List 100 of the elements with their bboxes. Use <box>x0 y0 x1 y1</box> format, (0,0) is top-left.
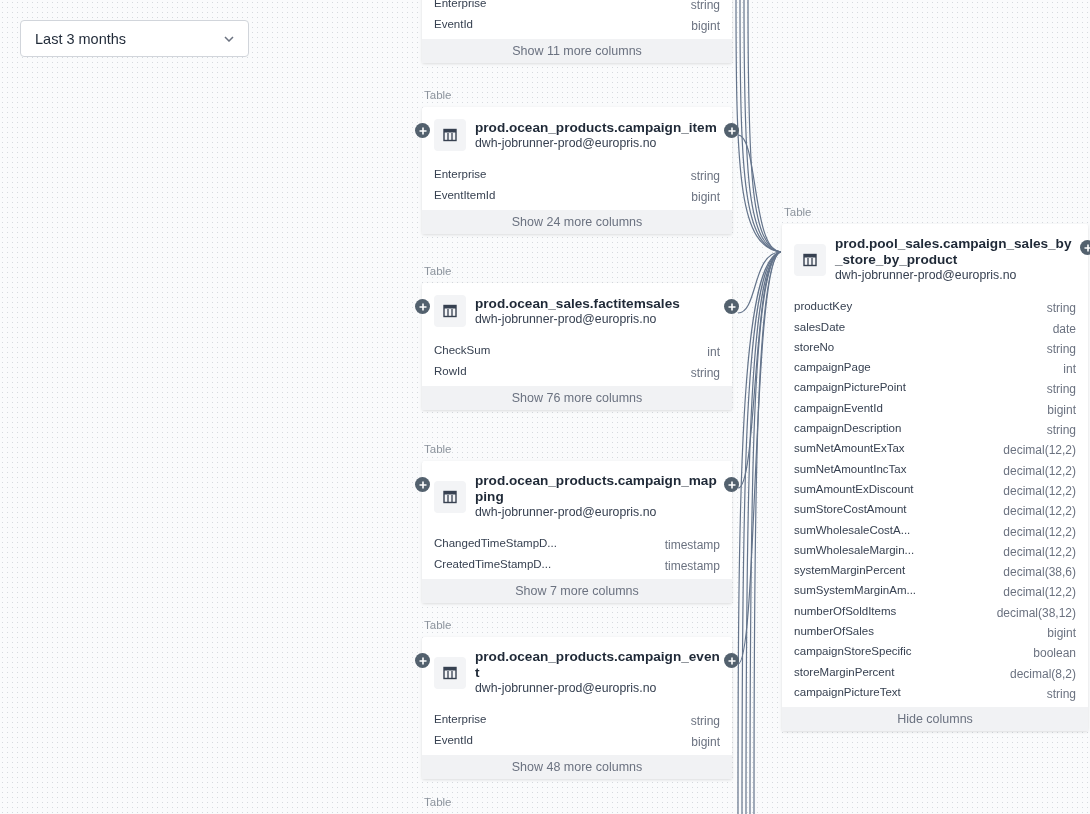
column-type: decimal(12,2) <box>1003 483 1076 498</box>
column-toggle-button[interactable]: Show 11 more columns <box>422 38 732 63</box>
table-name[interactable]: prod.pool_sales.campaign_sales_by_store_by_product <box>835 236 1078 268</box>
plus-icon <box>418 126 427 135</box>
column-type: string <box>690 169 720 184</box>
column-type: timestamp <box>664 538 720 553</box>
column-name: sumAmountExDiscount <box>794 482 914 497</box>
column-type: decimal(12,2) <box>1003 544 1076 559</box>
expand-upstream-button[interactable] <box>415 299 430 314</box>
column-name: Enterprise <box>434 168 487 183</box>
column-type: int <box>707 345 720 360</box>
expand-downstream-button[interactable] <box>724 477 739 492</box>
column-type: string <box>1046 686 1076 701</box>
column-type: string <box>1046 341 1076 356</box>
column-name: sumStoreCostAmount <box>794 503 907 518</box>
table-name[interactable]: prod.ocean_products.campaign_mapping <box>475 473 722 505</box>
expand-upstream-button[interactable] <box>415 477 430 492</box>
plus-icon <box>418 480 427 489</box>
expand-downstream-button[interactable] <box>724 123 739 138</box>
column-type: decimal(38,6) <box>1003 565 1076 580</box>
plus-icon <box>727 126 736 135</box>
column-name: campaignDescription <box>794 422 902 437</box>
column-name: ChangedTimeStampD... <box>434 537 557 552</box>
chevron-down-icon <box>224 35 234 42</box>
column-toggle-button[interactable]: Show 76 more columns <box>422 385 732 410</box>
column-name: campaignPictureText <box>794 685 901 700</box>
table-owner: dwh-jobrunner-prod@europris.no <box>475 311 658 327</box>
column-type: string <box>690 714 720 729</box>
expand-upstream-button[interactable] <box>415 653 430 668</box>
column-type: string <box>1046 301 1076 316</box>
column-name: Enterprise <box>434 713 487 728</box>
expand-downstream-button[interactable] <box>724 299 739 314</box>
column-name: CreatedTimeStampD... <box>434 557 552 572</box>
column-name: campaignPicturePoint <box>794 381 906 396</box>
column-name: campaignStoreSpecific <box>794 645 912 660</box>
column-type: bigint <box>691 189 720 204</box>
column-type: bigint <box>1047 402 1076 417</box>
column-type: decimal(8,2) <box>1009 666 1076 681</box>
column-toggle-button[interactable]: Show 24 more columns <box>422 209 732 234</box>
table-icon <box>434 656 466 689</box>
column-type: bigint <box>691 18 720 33</box>
expand-upstream-button[interactable] <box>415 123 430 138</box>
column-name: salesDate <box>794 320 846 335</box>
column-type: decimal(12,2) <box>1003 443 1076 458</box>
column-type: string <box>1046 382 1076 397</box>
column-toggle-button[interactable]: Show 7 more columns <box>422 578 732 603</box>
column-type: boolean <box>1033 646 1076 661</box>
node-type-label: Table <box>423 442 453 457</box>
column-name: sumNetAmountIncTax <box>794 462 907 477</box>
column-name: storeNo <box>794 340 835 355</box>
column-type: bigint <box>1047 626 1076 641</box>
column-type: string <box>690 365 720 380</box>
column-toggle-button[interactable]: Show 48 more columns <box>422 754 732 779</box>
column-name: numberOfSales <box>794 625 874 640</box>
plus-icon <box>727 480 736 489</box>
column-name: storeMarginPercent <box>794 665 895 680</box>
column-type: decimal(38,12) <box>996 605 1076 620</box>
column-type: timestamp <box>664 558 720 573</box>
column-name: numberOfSoldItems <box>794 604 897 619</box>
column-name: sumWholesaleMargin... <box>794 543 915 558</box>
column-type: decimal(12,2) <box>1003 504 1076 519</box>
plus-icon <box>1083 243 1090 252</box>
column-type: bigint <box>691 734 720 749</box>
column-name: campaignPage <box>794 361 871 376</box>
column-name: sumSystemMarginAm... <box>794 584 917 599</box>
plus-icon <box>727 656 736 665</box>
node-type-label: Table <box>423 795 453 810</box>
column-name: RowId <box>434 364 467 379</box>
node-type-label: Table <box>423 88 453 103</box>
plus-icon <box>418 302 427 311</box>
table-icon <box>794 243 826 276</box>
node-type-label: Table <box>423 618 453 633</box>
column-type: int <box>1063 362 1076 377</box>
column-type: decimal(12,2) <box>1003 585 1076 600</box>
column-name: CheckSum <box>434 344 491 359</box>
column-name: systemMarginPercent <box>794 564 906 579</box>
column-toggle-button[interactable]: Hide columns <box>782 706 1088 731</box>
table-name[interactable]: prod.ocean_products.campaign_event <box>475 649 722 681</box>
table-owner: dwh-jobrunner-prod@europris.no <box>475 135 658 151</box>
column-type: decimal(12,2) <box>1003 524 1076 539</box>
column-name: EventId <box>434 733 473 748</box>
table-owner: dwh-jobrunner-prod@europris.no <box>475 505 658 520</box>
column-name: sumNetAmountExTax <box>794 442 905 457</box>
date-range-select[interactable]: Last 3 months <box>20 20 249 57</box>
node-type-label: Table <box>783 205 813 220</box>
column-type: string <box>690 0 720 13</box>
table-owner: dwh-jobrunner-prod@europris.no <box>835 268 1018 283</box>
column-name: EventItemId <box>434 188 496 203</box>
node-type-label: Table <box>423 264 453 279</box>
column-type: string <box>1046 423 1076 438</box>
column-name: campaignEventId <box>794 401 883 416</box>
plus-icon <box>727 302 736 311</box>
table-owner: dwh-jobrunner-prod@europris.no <box>475 681 658 696</box>
table-name[interactable]: prod.ocean_products.campaign_item <box>475 119 722 136</box>
expand-downstream-button[interactable] <box>724 653 739 668</box>
table-icon <box>434 119 466 151</box>
column-type: date <box>1052 321 1076 336</box>
table-name[interactable]: prod.ocean_sales.factitemsales <box>475 295 722 312</box>
table-icon <box>434 480 466 513</box>
plus-icon <box>418 656 427 665</box>
